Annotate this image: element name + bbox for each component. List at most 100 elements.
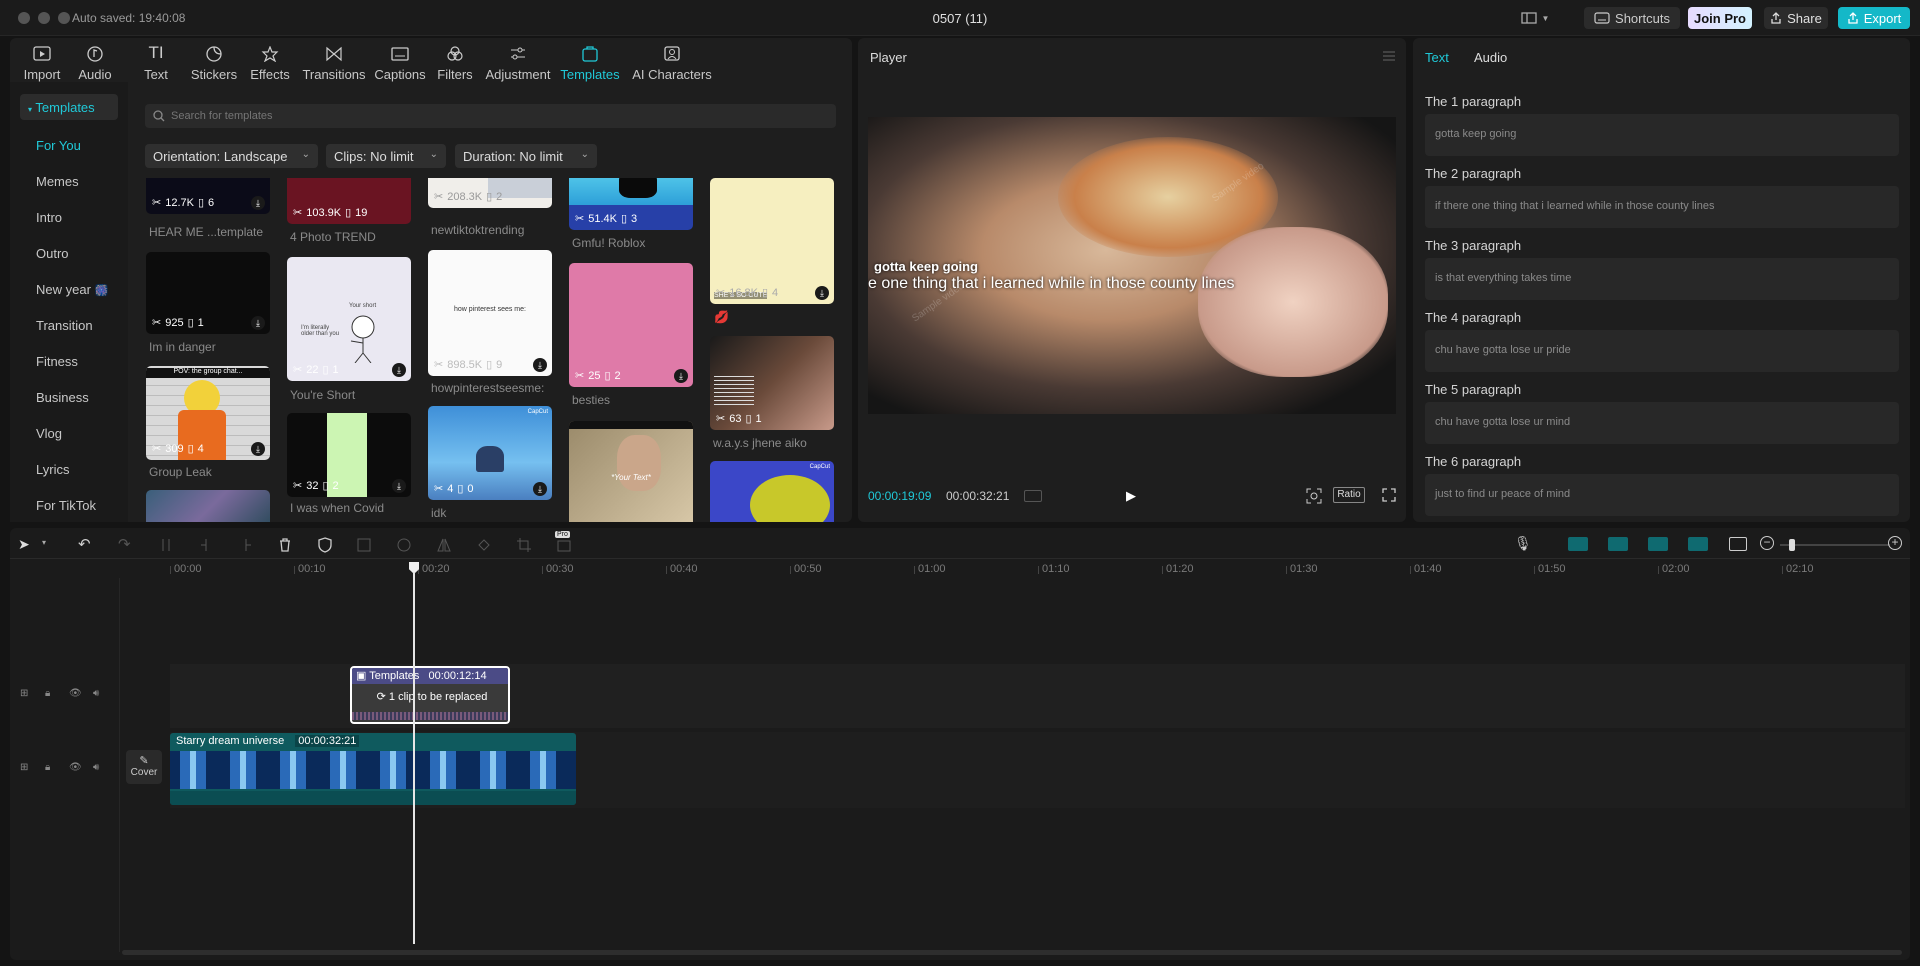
maximize-window-button[interactable] <box>58 12 70 24</box>
join-pro-button[interactable]: Join Pro <box>1688 7 1752 29</box>
toolbar-audio[interactable]: Audio <box>72 38 118 82</box>
track-add-icon[interactable]: ⊞ <box>20 688 28 699</box>
download-icon[interactable]: ⤓ <box>533 482 547 496</box>
paragraph-text-field[interactable]: gotta keep going <box>1425 114 1899 156</box>
player-menu-icon[interactable] <box>1382 50 1396 62</box>
toolbar-templates[interactable]: Templates <box>554 38 626 82</box>
eye-icon[interactable]: 👁︎ <box>69 762 82 773</box>
download-icon[interactable]: ⤓ <box>251 196 265 210</box>
playhead-line[interactable] <box>413 572 415 944</box>
zoom-fit-icon[interactable] <box>1306 488 1322 507</box>
main-video-clip[interactable]: Starry dream universe 00:00:32:21 <box>170 733 576 805</box>
template-card[interactable]: POV: the group chat... ✂ 309 ▯ 4 ⤓ <box>146 366 270 460</box>
template-card[interactable]: *Your Text* <box>569 421 693 522</box>
chevron-down-icon[interactable]: ▾ <box>42 538 46 547</box>
sidebar-header-templates[interactable]: ▾ Templates <box>20 94 118 120</box>
duration-dropdown[interactable]: Duration: No limit ⌄ <box>455 144 597 168</box>
paragraph-text-field[interactable]: is that everything takes time <box>1425 258 1899 300</box>
close-window-button[interactable] <box>18 12 30 24</box>
zoom-slider[interactable] <box>1780 544 1890 546</box>
download-icon[interactable]: ⤓ <box>815 286 829 300</box>
sidebar-item-fitness[interactable]: Fitness <box>36 354 78 369</box>
paragraph-text-field[interactable]: chu have gotta lose ur mind <box>1425 402 1899 444</box>
export-button[interactable]: Export <box>1838 7 1910 29</box>
linkage-icon[interactable] <box>1648 537 1668 551</box>
speaker-icon[interactable]: 🔊︎ <box>93 762 99 773</box>
split-right-icon[interactable] <box>238 537 254 553</box>
track-add-icon[interactable]: ⊞ <box>20 762 28 773</box>
paragraph-text-field[interactable]: if there one thing that i learned while … <box>1425 186 1899 228</box>
sidebar-item-transition[interactable]: Transition <box>36 318 93 333</box>
template-card[interactable]: ✂ 208.3K ▯ 2 <box>428 178 552 208</box>
toolbar-captions[interactable]: Captions <box>372 38 428 82</box>
undo-icon[interactable]: ↶ <box>78 535 91 553</box>
speaker-icon[interactable]: 🔊︎ <box>93 688 99 699</box>
split-icon[interactable] <box>158 537 174 553</box>
split-left-icon[interactable] <box>198 537 214 553</box>
toolbar-ai-characters[interactable]: AI Characters <box>622 38 722 82</box>
template-card[interactable]: CapCut <box>710 461 834 522</box>
eye-icon[interactable]: 👁︎ <box>69 688 82 699</box>
template-card[interactable] <box>146 490 270 522</box>
crop-icon[interactable] <box>516 537 532 553</box>
play-button[interactable]: ▶ <box>1126 488 1136 504</box>
template-card[interactable]: ✂ 51.4K ▯ 3 <box>569 178 693 230</box>
ratio-button[interactable]: Ratio <box>1333 487 1365 503</box>
tab-audio[interactable]: Audio <box>1474 50 1507 65</box>
download-icon[interactable]: ⤓ <box>392 479 406 493</box>
shield-icon[interactable] <box>317 537 333 553</box>
sidebar-item-lyrics[interactable]: Lyrics <box>36 462 69 477</box>
toolbar-effects[interactable]: Effects <box>246 38 294 82</box>
paragraph-text-field[interactable]: just to find ur peace of mind <box>1425 474 1899 516</box>
zoom-out-icon[interactable]: − <box>1760 536 1774 550</box>
template-card[interactable]: ✂ 25 ▯ 2 ⤓ <box>569 263 693 387</box>
zoom-in-icon[interactable]: + <box>1888 536 1902 550</box>
cover-button[interactable]: ✎ Cover <box>126 750 162 784</box>
sidebar-item-outro[interactable]: Outro <box>36 246 69 261</box>
toolbar-text[interactable]: TI Text <box>136 38 176 82</box>
sidebar-item-for-tiktok[interactable]: For TikTok <box>36 498 96 513</box>
freeze-icon[interactable] <box>356 537 372 553</box>
main-track-magnet-icon[interactable] <box>1568 537 1588 551</box>
template-card[interactable]: CapCut ✂ 4 ▯ 0 ⤓ <box>428 406 552 500</box>
reverse-icon[interactable] <box>396 537 412 553</box>
timeline-scrollbar[interactable] <box>122 950 1902 955</box>
template-clip[interactable]: ▣ Templates 00:00:12:14 ⟳ 1 clip to be r… <box>350 666 510 724</box>
select-tool-icon[interactable]: ➤ <box>18 536 30 553</box>
template-card[interactable]: ✂ 12.7K ▯ 6 ⤓ <box>146 178 270 214</box>
shortcuts-button[interactable]: Shortcuts <box>1584 7 1680 29</box>
share-button[interactable]: Share <box>1764 7 1828 29</box>
tab-text[interactable]: Text <box>1425 50 1449 65</box>
clips-dropdown[interactable]: Clips: No limit ⌄ <box>326 144 446 168</box>
template-card[interactable]: ✂ 63 ▯ 1 <box>710 336 834 430</box>
sidebar-item-business[interactable]: Business <box>36 390 89 405</box>
timecode-grid-icon[interactable] <box>1024 490 1042 502</box>
auto-snap-icon[interactable] <box>1608 537 1628 551</box>
rotate-icon[interactable] <box>476 537 492 553</box>
download-icon[interactable]: ⤓ <box>533 358 547 372</box>
toolbar-transitions[interactable]: Transitions <box>300 38 368 82</box>
toolbar-adjustment[interactable]: Adjustment <box>482 38 554 82</box>
download-icon[interactable]: ⤓ <box>251 316 265 330</box>
fit-timeline-icon[interactable] <box>1729 537 1747 551</box>
template-card[interactable]: SHE'S SO CUTE ✂ 16.8K ▯ 4 ⤓ <box>710 178 834 304</box>
template-card[interactable]: ✂ 103.9K ▯ 19 <box>287 178 411 224</box>
delete-icon[interactable] <box>277 537 293 553</box>
search-input[interactable] <box>171 107 821 125</box>
pro-feature-icon[interactable] <box>556 537 572 553</box>
mirror-icon[interactable] <box>436 537 452 553</box>
minimize-window-button[interactable] <box>38 12 50 24</box>
template-card[interactable]: how pinterest sees me: ✂ 898.5K ▯ 9 ⤓ <box>428 250 552 376</box>
orientation-dropdown[interactable]: Orientation: Landscape ⌄ <box>145 144 318 168</box>
sidebar-item-for-you[interactable]: For You <box>36 138 81 153</box>
layout-menu-button[interactable]: ▼ <box>1520 7 1550 29</box>
paragraph-text-field[interactable]: chu have gotta lose ur pride <box>1425 330 1899 372</box>
sidebar-item-memes[interactable]: Memes <box>36 174 79 189</box>
sidebar-item-intro[interactable]: Intro <box>36 210 62 225</box>
toolbar-stickers[interactable]: Stickers <box>184 38 244 82</box>
preview-axis-icon[interactable] <box>1688 537 1708 551</box>
video-preview[interactable]: Sample video Sample video gotta keep goi… <box>868 117 1396 414</box>
lock-icon[interactable]: 🔒︎ <box>45 688 50 699</box>
sidebar-item-new-year[interactable]: New year 🎆 <box>36 282 108 297</box>
redo-icon[interactable]: ↷ <box>118 535 131 553</box>
